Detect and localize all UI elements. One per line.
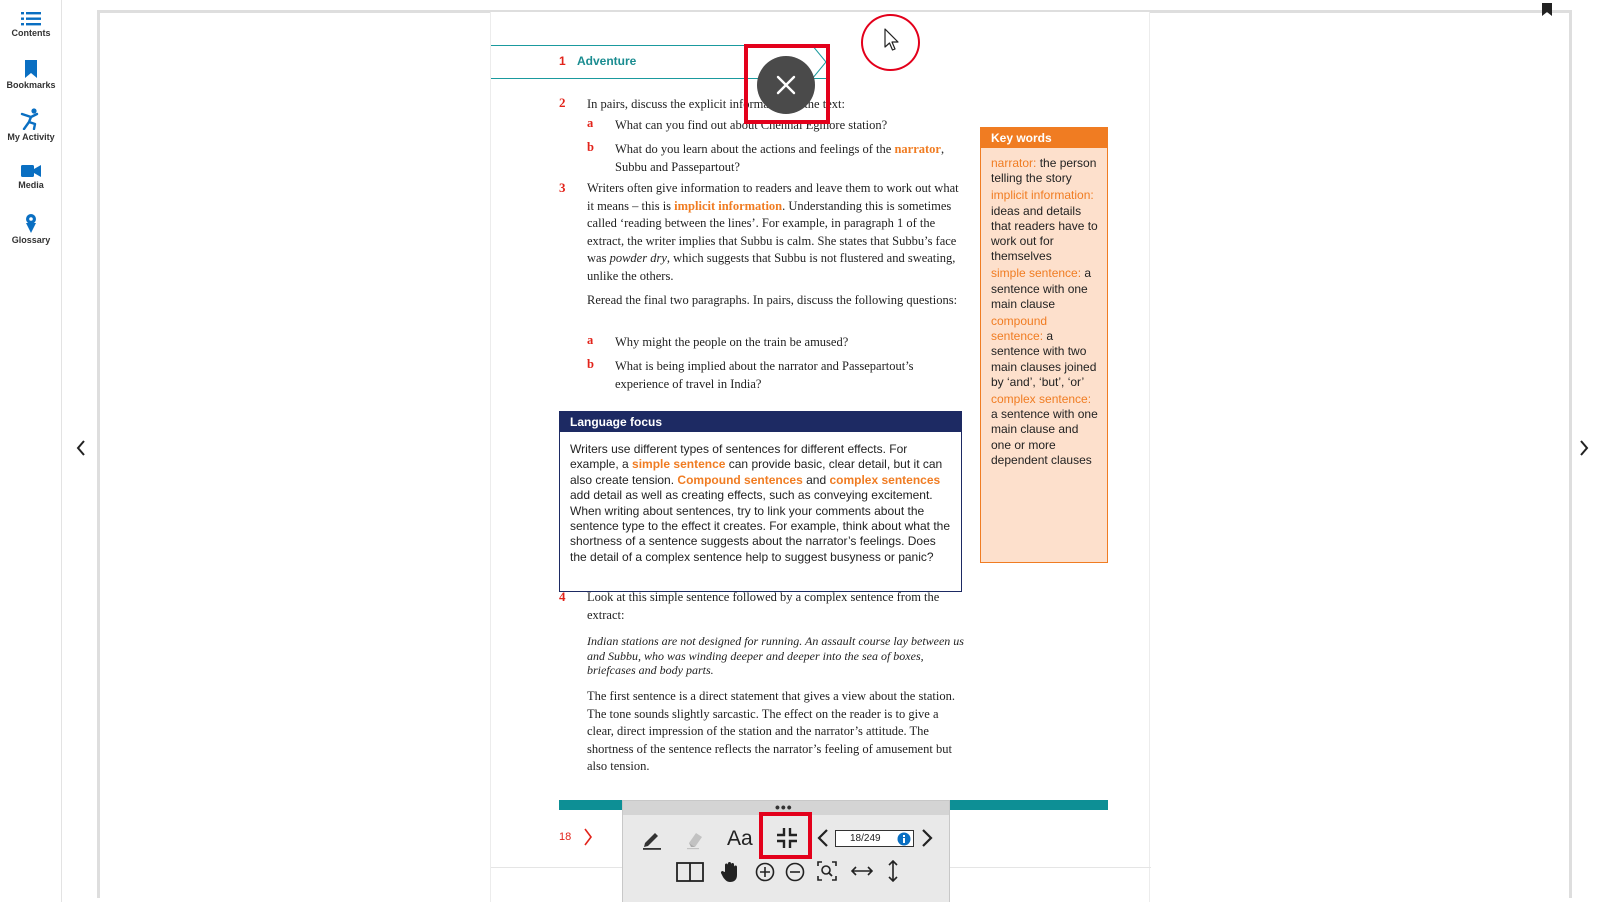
bookmark-page-icon[interactable] (1542, 3, 1552, 16)
zoom-fit-icon[interactable] (817, 861, 837, 881)
close-icon (776, 75, 796, 95)
question-4-analysis: The first sentence is a direct statement… (587, 689, 955, 774)
previous-page-arrow-icon[interactable] (76, 440, 86, 456)
list-icon (21, 12, 41, 26)
sidebar-item-label: Contents (11, 28, 51, 38)
key-word-entry: narrator: the person telling the story (991, 156, 1101, 186)
sidebar-item-label: Glossary (11, 235, 51, 245)
question-3a-text: Why might the people on the train be amu… (615, 335, 849, 349)
sidebar-item-my-activity[interactable]: My Activity (0, 108, 62, 142)
two-page-view-icon[interactable] (676, 862, 704, 882)
fit-height-icon[interactable] (886, 860, 900, 882)
subquestion-letter: b (587, 357, 594, 371)
question-number: 3 (559, 180, 566, 195)
subquestion-letter: a (587, 116, 594, 130)
key-words-list: narrator: the person telling the story i… (981, 148, 1107, 468)
sidebar-item-label: Media (18, 180, 44, 190)
key-word-definition: a sentence with one main clause and one … (991, 407, 1098, 467)
zoom-out-icon[interactable] (785, 862, 805, 882)
sidebar-item-glossary[interactable]: Glossary (0, 213, 62, 245)
question-3-paragraph: Writers often give information to reader… (587, 180, 963, 286)
sidebar-item-contents[interactable]: Contents (0, 12, 62, 38)
font-size-button[interactable]: Aa (727, 827, 753, 851)
language-focus-body: Writers use different types of sentences… (560, 432, 961, 565)
sidebar-item-media[interactable]: Media (0, 164, 62, 190)
key-words-title: Key words (981, 128, 1107, 148)
keyword-compound-sentences[interactable]: Compound sentences (677, 473, 802, 487)
keyword-complex-sentences[interactable]: complex sentences (829, 473, 940, 487)
exit-fullscreen-icon[interactable] (775, 826, 799, 850)
close-overlay-button[interactable] (757, 56, 815, 114)
info-icon[interactable] (897, 832, 911, 846)
previous-page-icon[interactable] (817, 829, 829, 847)
next-page-arrow-icon[interactable] (1579, 440, 1589, 456)
mouse-pointer-icon (884, 28, 899, 51)
subquestion-letter: b (587, 140, 594, 154)
italic-phrase: powder dry (609, 251, 667, 266)
chapter-title: Adventure (577, 54, 637, 68)
text-run: and (802, 472, 830, 487)
page-number: 18 (559, 831, 572, 843)
question-2a-text: What can you find out about Chennai Egmo… (615, 118, 888, 132)
text-run: What do you learn about the actions and … (615, 142, 892, 156)
bookmark-icon (25, 60, 37, 78)
key-word-entry: compound sentence: a sentence with two m… (991, 314, 1101, 390)
toolbar-drag-handle[interactable]: ••• (623, 799, 949, 815)
key-word-entry: implicit information: ideas and details … (991, 188, 1101, 264)
fit-width-icon[interactable] (851, 864, 873, 878)
key-word-term[interactable]: compound sentence: (991, 314, 1047, 343)
question-number: 2 (559, 95, 566, 110)
next-page-icon[interactable] (921, 829, 933, 847)
key-word-term[interactable]: narrator: (991, 156, 1036, 170)
hand-pan-icon[interactable] (720, 861, 740, 883)
sidebar-item-label: Bookmarks (6, 80, 56, 90)
language-focus-title: Language focus (560, 412, 961, 432)
pen-icon[interactable] (641, 828, 663, 850)
book-page: 1 Adventure 2 In pairs, discuss the expl… (490, 12, 1151, 902)
key-word-term[interactable]: complex sentence: (991, 392, 1091, 406)
language-focus-box: Language focus Writers use different typ… (559, 411, 962, 592)
video-camera-icon (21, 165, 41, 177)
keyword-implicit-information[interactable]: implicit information (674, 199, 782, 213)
question-3-instruction: Reread the final two paragraphs. In pair… (587, 293, 958, 307)
question-3b-text: What is being implied about the narrator… (615, 359, 914, 391)
sidebar: Contents Bookmarks My Activity Media Glo… (0, 0, 62, 902)
extract-quote: Indian stations are not designed for run… (587, 634, 964, 677)
keyword-simple-sentence[interactable]: simple sentence (632, 457, 725, 471)
subquestion-letter: a (587, 333, 594, 347)
question-2b-text: What do you learn about the actions and … (615, 140, 965, 176)
key-word-term[interactable]: implicit information: (991, 188, 1094, 202)
sidebar-item-bookmarks[interactable]: Bookmarks (0, 60, 62, 90)
header-line (491, 45, 826, 46)
glossary-icon (26, 214, 36, 233)
text-run: add detail as well as creating effects, … (570, 488, 950, 564)
reader-toolbar: ••• Aa 18/249 (622, 800, 950, 902)
key-word-definition: ideas and details that readers have to w… (991, 203, 1098, 264)
eraser-icon[interactable] (683, 828, 705, 850)
sidebar-item-label: My Activity (7, 132, 55, 142)
keyword-narrator[interactable]: narrator (894, 142, 941, 156)
handle-dots: ••• (775, 799, 793, 815)
key-word-term[interactable]: simple sentence: (991, 266, 1081, 280)
question-number: 4 (559, 589, 566, 604)
activity-icon (20, 108, 39, 130)
chapter-number: 1 (559, 54, 566, 68)
page-chevron-icon (584, 828, 592, 846)
question-4-text: Look at this simple sentence followed by… (587, 590, 940, 622)
header-chevron-icon (811, 45, 827, 79)
key-word-entry: simple sentence: a sentence with one mai… (991, 266, 1101, 312)
zoom-in-icon[interactable] (755, 862, 775, 882)
key-words-box: Key words narrator: the person telling t… (980, 127, 1108, 563)
key-word-entry: complex sentence: a sentence with one ma… (991, 392, 1101, 468)
